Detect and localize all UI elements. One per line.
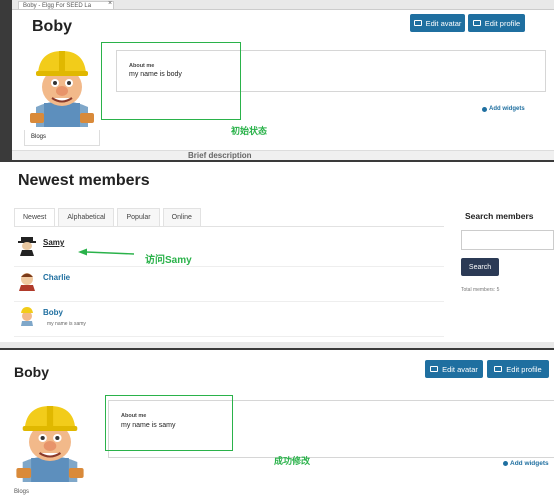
- modified-profile-screenshot: Boby Edit avatar Edit profile About me m…: [0, 348, 554, 495]
- overlap-strip: [12, 150, 554, 160]
- annotation-highlight-box: [101, 42, 241, 120]
- add-widgets-link[interactable]: Add widgets: [503, 460, 549, 467]
- members-screenshot: Newest members Newest Alphabetical Popul…: [0, 160, 554, 348]
- edit-avatar-button[interactable]: Edit avatar: [425, 360, 483, 378]
- browser-tab-close-icon[interactable]: ×: [108, 0, 112, 7]
- tab-online[interactable]: Online: [162, 208, 201, 227]
- brief-description-heading: Brief description: [188, 151, 252, 160]
- member-name-samy[interactable]: Samy: [43, 238, 64, 247]
- blogs-link[interactable]: Blogs: [24, 130, 100, 146]
- edit-profile-button[interactable]: Edit profile: [468, 14, 525, 32]
- browser-tabstrip: Boby - Elgg For SEED La ×: [12, 0, 554, 10]
- avatar[interactable]: [22, 45, 102, 127]
- blogs-link[interactable]: Blogs: [14, 489, 29, 495]
- edit-avatar-label: Edit avatar: [442, 364, 478, 374]
- gear-icon: [482, 106, 487, 112]
- add-widgets-label: Add widgets: [489, 106, 525, 112]
- profile-name: Boby: [14, 364, 49, 380]
- id-card-icon: [472, 20, 481, 26]
- list-item[interactable]: Charlie: [14, 267, 444, 302]
- tab-alphabetical[interactable]: Alphabetical: [58, 208, 115, 227]
- page-title: Newest members: [18, 172, 150, 189]
- edit-profile-label: Edit profile: [484, 18, 521, 28]
- avatar[interactable]: [8, 400, 92, 482]
- total-members: Total members: 5: [461, 287, 500, 293]
- image-icon: [430, 366, 439, 372]
- annotation-arrow-icon: [78, 248, 134, 256]
- id-card-icon: [494, 366, 503, 372]
- add-widgets-link[interactable]: Add widgets: [482, 106, 525, 112]
- browser-tab[interactable]: Boby - Elgg For SEED La: [18, 1, 114, 9]
- tab-divider: [14, 226, 444, 227]
- search-members-title: Search members: [465, 211, 534, 221]
- tab-popular[interactable]: Popular: [117, 208, 160, 227]
- avatar[interactable]: [18, 236, 36, 256]
- edit-avatar-label: Edit avatar: [425, 18, 462, 28]
- list-item[interactable]: Boby my name is samy: [14, 302, 444, 337]
- initial-profile-screenshot: Boby - Elgg For SEED La × Boby Edit avat…: [0, 0, 554, 160]
- annotation-modified: 成功修改: [274, 456, 311, 466]
- search-input[interactable]: [461, 230, 554, 250]
- edit-profile-label: Edit profile: [506, 364, 542, 374]
- search-button[interactable]: Search: [461, 258, 499, 276]
- annotation-initial-state: 初始状态: [231, 126, 268, 136]
- edit-profile-button[interactable]: Edit profile: [487, 360, 549, 378]
- member-tabs: Newest Alphabetical Popular Online: [14, 208, 201, 227]
- member-name-charlie[interactable]: Charlie: [43, 273, 70, 282]
- profile-name: Boby: [32, 18, 72, 35]
- annotation-highlight-box: [105, 395, 233, 451]
- member-name-boby[interactable]: Boby: [43, 308, 63, 317]
- image-icon: [413, 20, 422, 26]
- profile-page-initial: Boby - Elgg For SEED La × Boby Edit avat…: [12, 0, 554, 160]
- avatar[interactable]: [18, 271, 36, 291]
- member-description: my name is samy: [47, 321, 86, 327]
- avatar[interactable]: [18, 306, 36, 326]
- tab-newest[interactable]: Newest: [14, 208, 56, 227]
- edit-avatar-button[interactable]: Edit avatar: [410, 14, 465, 32]
- gear-icon: [503, 461, 508, 466]
- annotation-visit-samy: 访问Samy: [145, 255, 192, 266]
- add-widgets-label: Add widgets: [510, 460, 549, 467]
